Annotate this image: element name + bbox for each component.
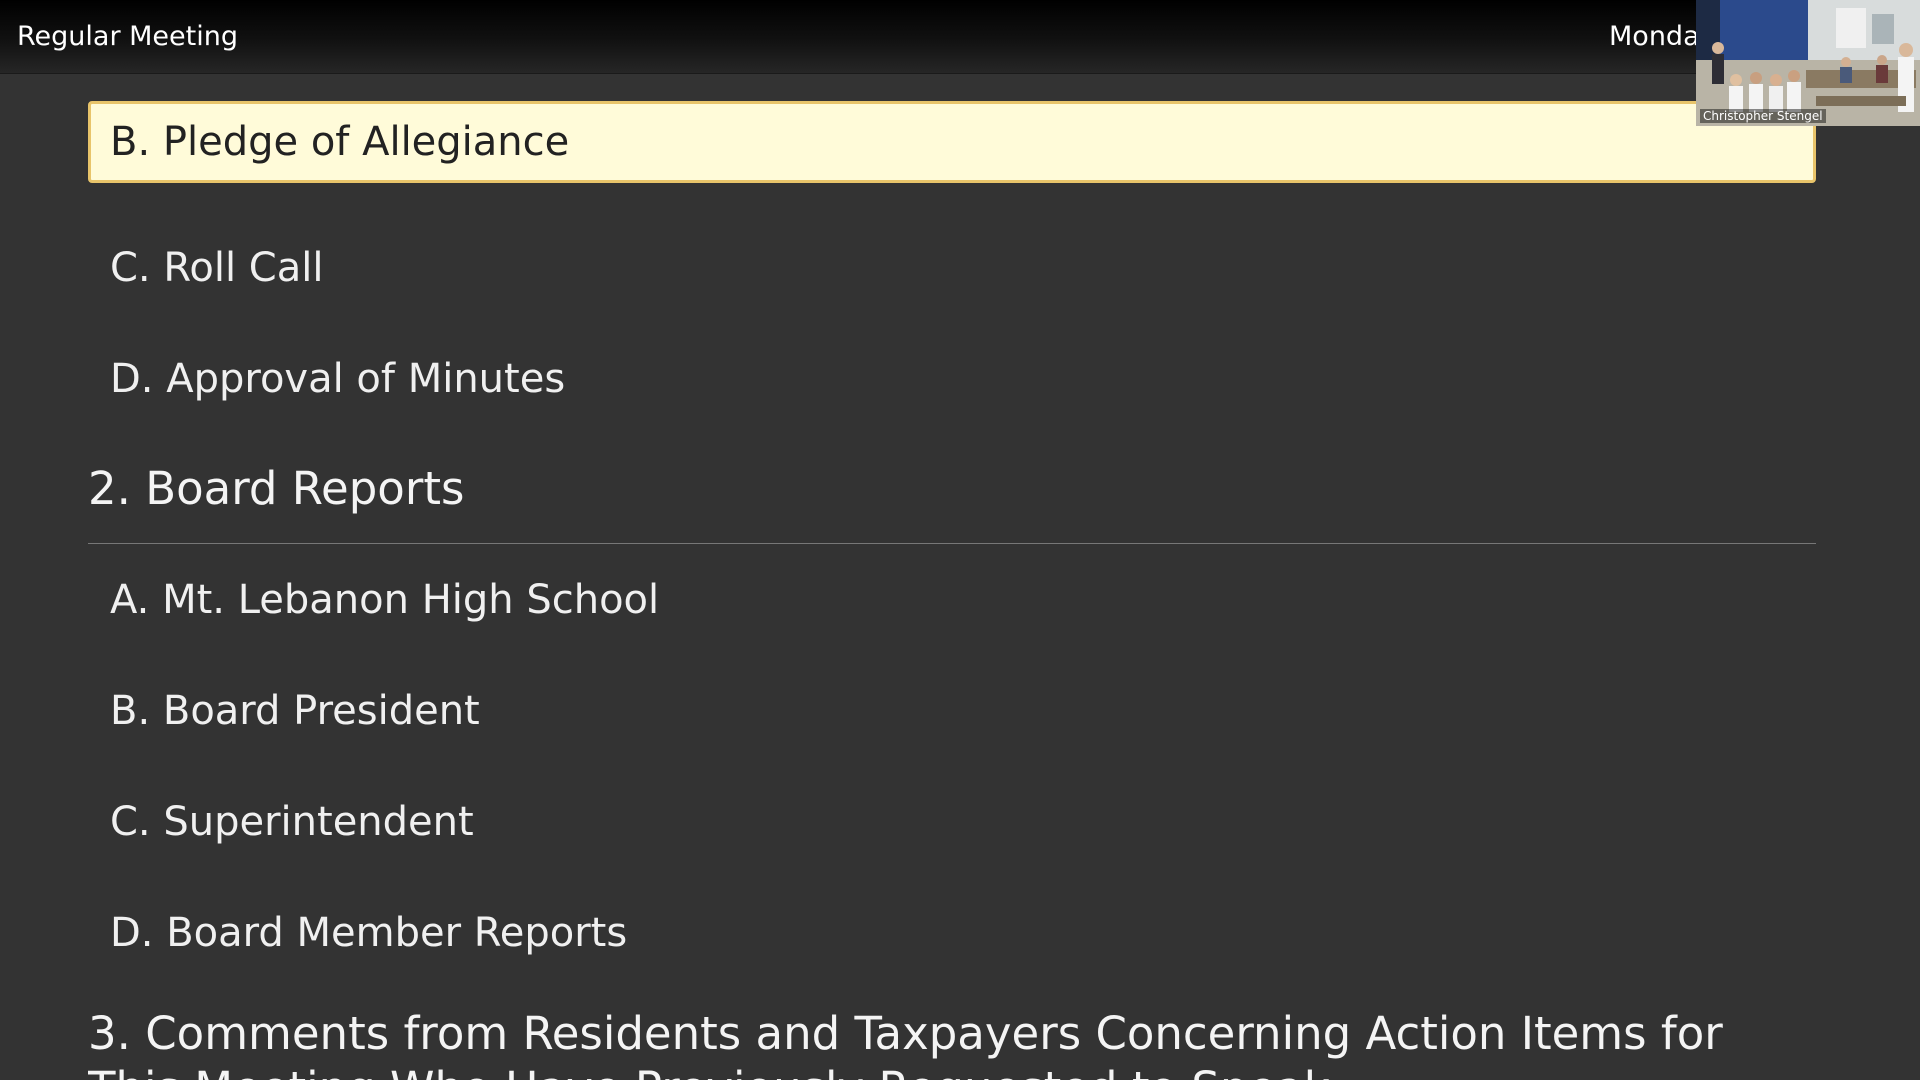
agenda-item-approval-of-minutes[interactable]: D. Approval of Minutes [88, 323, 1816, 434]
agenda-section-board-reports[interactable]: 2. Board Reports [88, 434, 1816, 544]
meeting-date: Monda [1609, 21, 1700, 52]
agenda-section-resident-comments[interactable]: 3. Comments from Residents and Taxpayers… [88, 988, 1768, 1080]
agenda-item-superintendent[interactable]: C. Superintendent [88, 766, 1816, 877]
agenda-item-roll-call[interactable]: C. Roll Call [88, 212, 1816, 323]
agenda-item-pledge-of-allegiance[interactable]: B. Pledge of Allegiance [88, 101, 1816, 183]
participant-video-tile[interactable]: Christopher Stengel [1696, 0, 1920, 126]
agenda-item-board-member-reports[interactable]: D. Board Member Reports [88, 877, 1816, 988]
agenda-item-board-president[interactable]: B. Board President [88, 655, 1816, 766]
agenda-item-high-school[interactable]: A. Mt. Lebanon High School [88, 544, 1816, 655]
agenda-list: B. Pledge of Allegiance C. Roll Call D. … [88, 101, 1816, 1080]
meeting-title: Regular Meeting [17, 21, 238, 52]
meeting-header-bar: Regular Meeting Monda [0, 0, 1920, 74]
video-feed-image [1696, 0, 1920, 126]
participant-name-label: Christopher Stengel [1700, 109, 1826, 123]
